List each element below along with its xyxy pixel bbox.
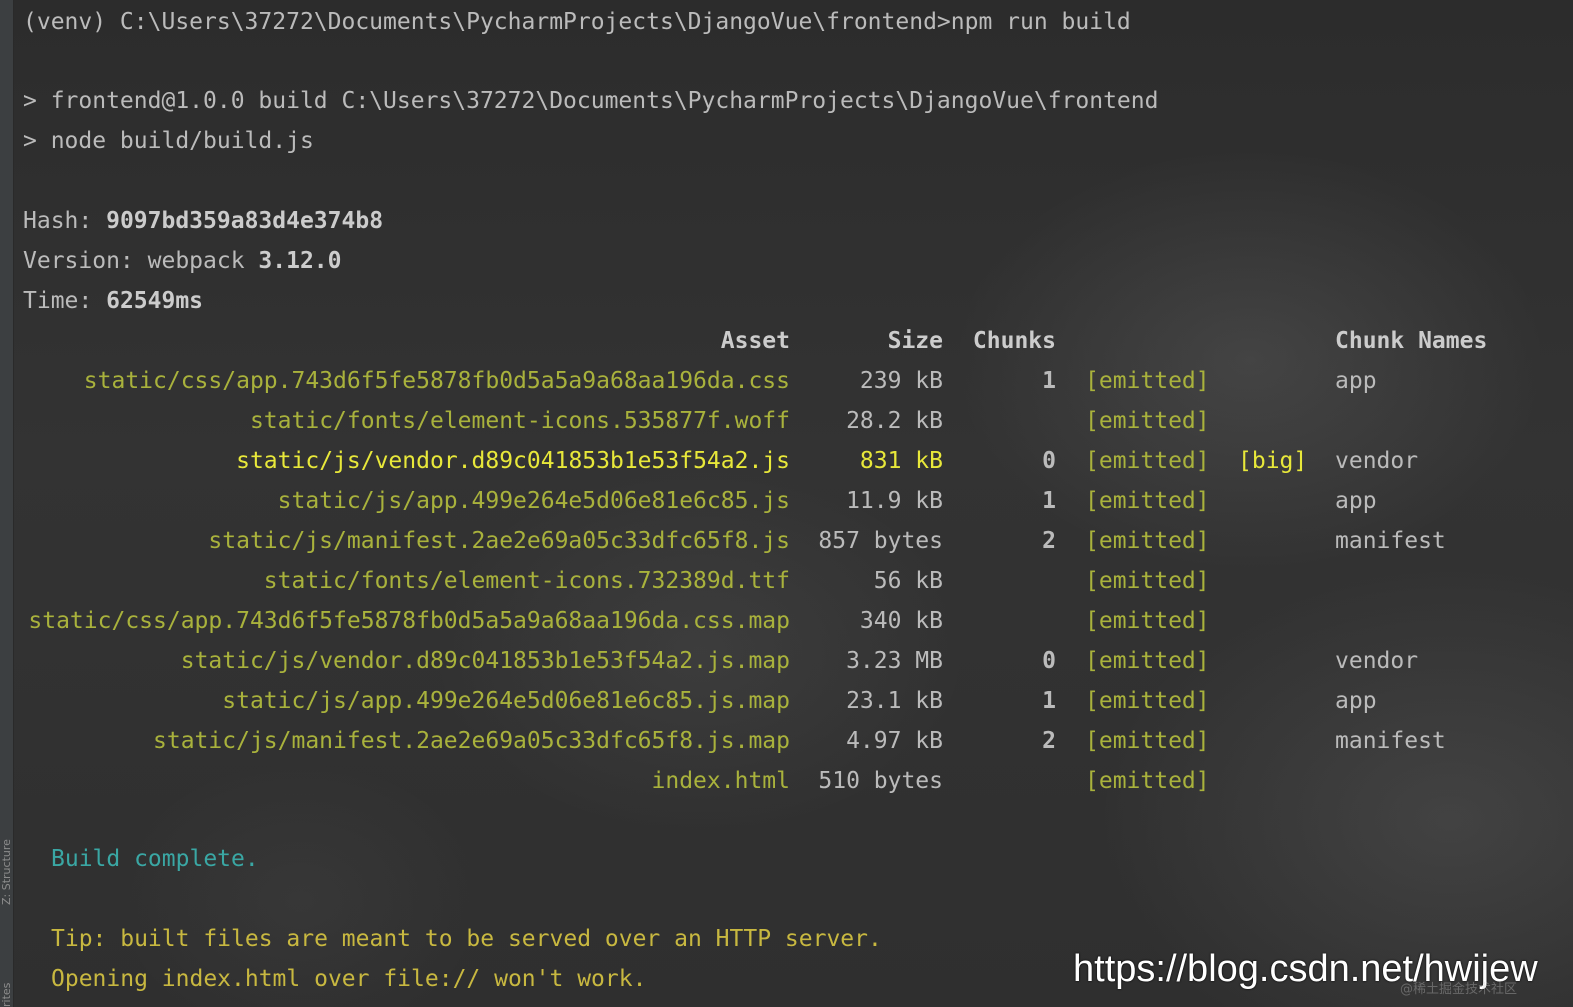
time-value: 62549ms xyxy=(106,288,204,314)
asset-row: static/css/app.743d6f5fe5878fb0d5a5a9a68… xyxy=(23,601,1563,641)
asset-chunk-name: app xyxy=(1335,688,1377,714)
version-label: Version: webpack xyxy=(23,248,259,274)
structure-tool-window-tab[interactable]: Z: Structure xyxy=(0,839,13,905)
asset-name: static/js/vendor.d89c041853b1e53f54a2.js xyxy=(236,448,790,474)
asset-row: static/fonts/element-icons.732389d.ttf 56… xyxy=(23,561,1563,601)
asset-chunks: 0 xyxy=(1042,648,1056,674)
hash-line: Hash: 9097bd359a83d4e374b8 xyxy=(23,201,383,241)
asset-flag: [big] xyxy=(1238,448,1308,474)
asset-name: static/fonts/element-icons.535877f.woff xyxy=(249,408,790,434)
tip-line-1: Tip: built files are meant to be served … xyxy=(51,926,882,952)
asset-chunk-name: app xyxy=(1335,368,1377,394)
asset-size: 11.9 kB xyxy=(846,488,943,514)
asset-size: 239 kB xyxy=(859,368,943,394)
hash-value: 9097bd359a83d4e374b8 xyxy=(106,208,384,234)
asset-status: [emitted] xyxy=(1085,368,1210,394)
time-label: Time: xyxy=(23,288,107,314)
version-line: Version: webpack 3.12.0 xyxy=(23,241,342,281)
asset-chunk-name: manifest xyxy=(1335,528,1446,554)
asset-status: [emitted] xyxy=(1085,528,1210,554)
asset-name: static/css/app.743d6f5fe5878fb0d5a5a9a68… xyxy=(83,368,790,394)
asset-name: static/js/manifest.2ae2e69a05c33dfc65f8.… xyxy=(208,528,790,554)
header-chunk-names: Chunk Names xyxy=(1335,328,1488,354)
npm-script-line: > frontend@1.0.0 build C:\Users\37272\Do… xyxy=(23,88,1159,114)
asset-size: 857 bytes xyxy=(818,528,943,554)
asset-row: static/js/manifest.2ae2e69a05c33dfc65f8.… xyxy=(23,521,1563,561)
asset-row: static/js/vendor.d89c041853b1e53f54a2.js… xyxy=(23,641,1563,681)
asset-chunks: 1 xyxy=(1042,688,1056,714)
asset-name: static/js/vendor.d89c041853b1e53f54a2.js… xyxy=(180,648,790,674)
asset-chunks: 1 xyxy=(1042,368,1056,394)
asset-name: static/fonts/element-icons.732389d.ttf xyxy=(263,568,790,594)
asset-chunk-name: app xyxy=(1335,488,1377,514)
asset-row: static/fonts/element-icons.535877f.woff 2… xyxy=(23,401,1563,441)
header-asset: Asset xyxy=(720,328,790,354)
tool-window-gutter: Z: Structure rites xyxy=(0,0,14,1007)
asset-size: 23.1 kB xyxy=(846,688,943,714)
command-prompt-line: (venv) C:\Users\37272\Documents\PycharmP… xyxy=(23,9,1131,35)
asset-chunks: 0 xyxy=(1042,448,1056,474)
header-size: Size xyxy=(887,328,943,354)
asset-chunks: 2 xyxy=(1042,728,1056,754)
asset-row: static/js/manifest.2ae2e69a05c33dfc65f8.… xyxy=(23,721,1563,761)
asset-row: static/css/app.743d6f5fe5878fb0d5a5a9a68… xyxy=(23,361,1563,401)
asset-status: [emitted] xyxy=(1085,568,1210,594)
asset-status: [emitted] xyxy=(1085,488,1210,514)
header-chunks: Chunks xyxy=(972,328,1056,354)
npm-script-command-line: > node build/build.js xyxy=(23,128,314,154)
asset-name: static/js/app.499e264e5d06e81e6c85.js xyxy=(277,488,790,514)
watermark-small: @稀土掘金技术社区 xyxy=(1400,982,1518,997)
asset-name: static/css/app.743d6f5fe5878fb0d5a5a9a68… xyxy=(28,608,790,634)
asset-status: [emitted] xyxy=(1085,408,1210,434)
asset-name: static/js/manifest.2ae2e69a05c33dfc65f8.… xyxy=(153,728,790,754)
asset-table-header: Asset Size Chunks Chunk Names xyxy=(23,321,1563,361)
favorites-tool-window-tab[interactable]: rites xyxy=(0,983,13,1007)
asset-status: [emitted] xyxy=(1085,768,1210,794)
asset-row: static/js/app.499e264e5d06e81e6c85.js 11.… xyxy=(23,481,1563,521)
asset-row: index.html 510 bytes [emitted] xyxy=(23,761,1563,801)
asset-size: 56 kB xyxy=(873,568,943,594)
asset-name: static/js/app.499e264e5d06e81e6c85.js.ma… xyxy=(222,688,790,714)
tip-line-2: Opening index.html over file:// won't wo… xyxy=(51,966,647,992)
asset-status: [emitted] xyxy=(1085,448,1210,474)
asset-row: static/js/app.499e264e5d06e81e6c85.js.ma… xyxy=(23,681,1563,721)
version-value: 3.12.0 xyxy=(258,248,342,274)
asset-chunk-name: manifest xyxy=(1335,728,1446,754)
asset-chunk-name: vendor xyxy=(1335,648,1419,674)
time-line: Time: 62549ms xyxy=(23,281,203,321)
asset-status: [emitted] xyxy=(1085,608,1210,634)
asset-size: 28.2 kB xyxy=(846,408,943,434)
asset-size: 4.97 kB xyxy=(846,728,943,754)
asset-status: [emitted] xyxy=(1085,688,1210,714)
asset-status: [emitted] xyxy=(1085,648,1210,674)
asset-status: [emitted] xyxy=(1085,728,1210,754)
asset-size: 510 bytes xyxy=(818,768,943,794)
build-complete-message: Build complete. xyxy=(51,846,259,872)
asset-row: static/js/vendor.d89c041853b1e53f54a2.js… xyxy=(23,441,1563,481)
asset-size: 831 kB xyxy=(859,448,943,474)
hash-label: Hash: xyxy=(23,208,107,234)
asset-size: 340 kB xyxy=(859,608,943,634)
asset-chunks: 2 xyxy=(1042,528,1056,554)
asset-chunks: 1 xyxy=(1042,488,1056,514)
asset-size: 3.23 MB xyxy=(846,648,943,674)
asset-chunk-name: vendor xyxy=(1335,448,1419,474)
asset-name: index.html xyxy=(651,768,790,794)
